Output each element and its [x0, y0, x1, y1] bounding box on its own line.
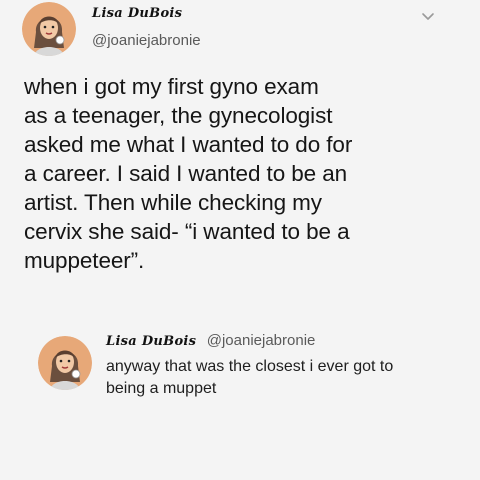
reply-text-line: being a muppet	[106, 380, 217, 397]
reply-author-avatar[interactable]	[38, 336, 92, 390]
tweet-text-line: when i got my first gyno exam	[24, 74, 319, 99]
reply-text: anyway that was the closest i ever got t…	[106, 356, 466, 400]
tweet-text: when i got my first gyno exam as a teena…	[24, 72, 464, 275]
tweet-text-line: as a teenager, the gynecologist	[24, 103, 333, 128]
tweet-text-line: a career. I said I wanted to be an	[24, 161, 348, 186]
tweet-text-line: cervix she said- “i wanted to be a	[24, 219, 350, 244]
tweet-header: Lisa DuBois @joaniejabronie	[22, 2, 452, 62]
avatar-illustration	[22, 2, 76, 56]
reply-author-name[interactable]: Lisa DuBois	[106, 334, 196, 349]
chevron-down-icon[interactable]	[420, 10, 436, 22]
reply-tweet[interactable]: Lisa DuBois @joaniejabronie anyway that …	[38, 330, 468, 410]
reply-author-handle[interactable]: @joaniejabronie	[207, 332, 316, 349]
tweet-text-line: artist. Then while checking my	[24, 190, 322, 215]
author-handle[interactable]: @joaniejabronie	[92, 32, 201, 49]
reply-text-line: anyway that was the closest i ever got t…	[106, 358, 394, 375]
reply-header: Lisa DuBois @joaniejabronie	[106, 332, 315, 350]
author-name[interactable]: Lisa DuBois	[92, 6, 182, 21]
author-avatar[interactable]	[22, 2, 76, 56]
tweet-text-line: muppeteer”.	[24, 248, 145, 273]
tweet-text-line: asked me what I wanted to do for	[24, 132, 353, 157]
avatar-illustration	[38, 336, 92, 390]
